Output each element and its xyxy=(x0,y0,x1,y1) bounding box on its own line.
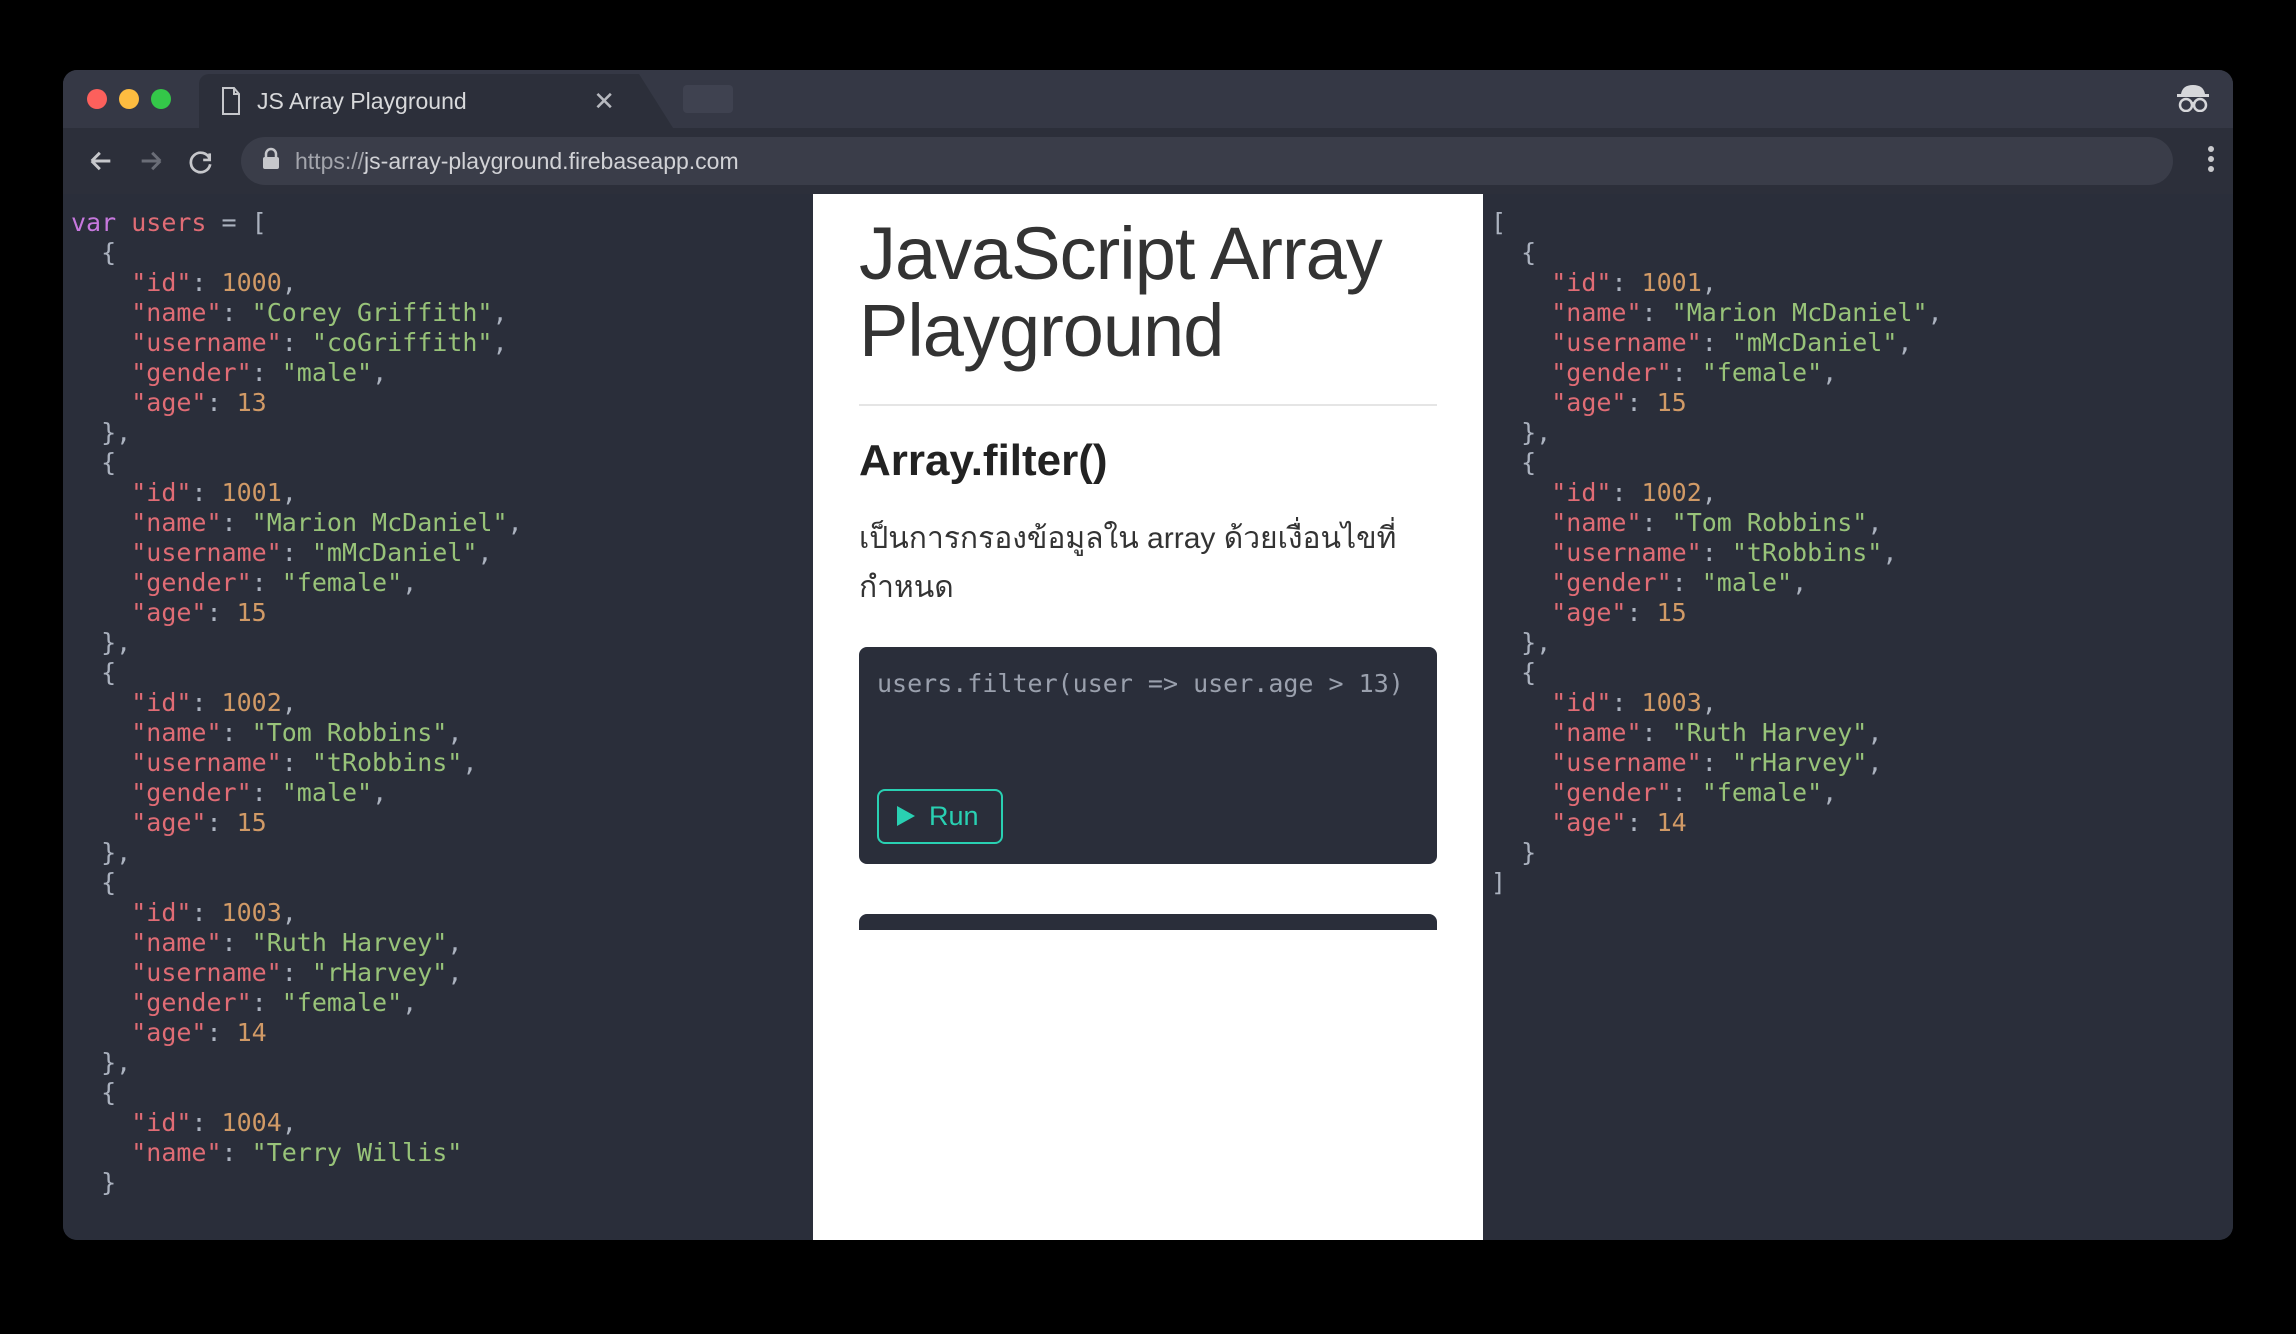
browser-toolbar: https://js-array-playground.firebaseapp.… xyxy=(63,128,2233,194)
play-icon xyxy=(895,804,917,828)
traffic-lights xyxy=(63,89,171,109)
back-button[interactable] xyxy=(81,141,121,181)
page-favicon xyxy=(219,86,243,116)
reload-button[interactable] xyxy=(181,141,221,181)
method-description: เป็นการกรองข้อมูลใน array ด้วยเงื่อนไขที… xyxy=(859,514,1437,613)
tab-close-button[interactable]: ✕ xyxy=(589,86,619,117)
right-result-panel: [ { "id": 1001, "name": "Marion McDaniel… xyxy=(1483,194,2233,1240)
browser-menu-button[interactable] xyxy=(2207,145,2215,178)
url-text: https://js-array-playground.firebaseapp.… xyxy=(295,148,739,175)
left-code-panel: var users = [ { "id": 1000, "name": "Cor… xyxy=(63,194,813,1240)
window-minimize-button[interactable] xyxy=(119,89,139,109)
next-snippet-box xyxy=(859,914,1437,930)
window-maximize-button[interactable] xyxy=(151,89,171,109)
divider xyxy=(859,404,1437,406)
run-button[interactable]: Run xyxy=(877,789,1003,844)
lock-icon xyxy=(261,147,281,176)
browser-tab[interactable]: JS Array Playground ✕ xyxy=(199,74,639,128)
tab-title: JS Array Playground xyxy=(257,88,575,115)
result-code: [ { "id": 1001, "name": "Marion McDaniel… xyxy=(1491,208,2225,898)
center-panel: JavaScript Array Playground Array.filter… xyxy=(813,194,1483,1240)
source-data-code: var users = [ { "id": 1000, "name": "Cor… xyxy=(71,208,805,1198)
titlebar: JS Array Playground ✕ xyxy=(63,70,2233,128)
app-title: JavaScript Array Playground xyxy=(859,216,1437,370)
code-snippet[interactable]: users.filter(user => user.age > 13) xyxy=(877,669,1419,769)
address-bar[interactable]: https://js-array-playground.firebaseapp.… xyxy=(241,137,2173,185)
method-title: Array.filter() xyxy=(859,436,1437,486)
window-close-button[interactable] xyxy=(87,89,107,109)
forward-button[interactable] xyxy=(131,141,171,181)
code-snippet-box: users.filter(user => user.age > 13) Run xyxy=(859,647,1437,864)
new-tab-button[interactable] xyxy=(683,85,733,113)
browser-window: JS Array Playground ✕ https://js-array-p… xyxy=(63,70,2233,1240)
incognito-icon xyxy=(2175,82,2211,117)
run-button-label: Run xyxy=(929,801,979,832)
page-content: var users = [ { "id": 1000, "name": "Cor… xyxy=(63,194,2233,1240)
